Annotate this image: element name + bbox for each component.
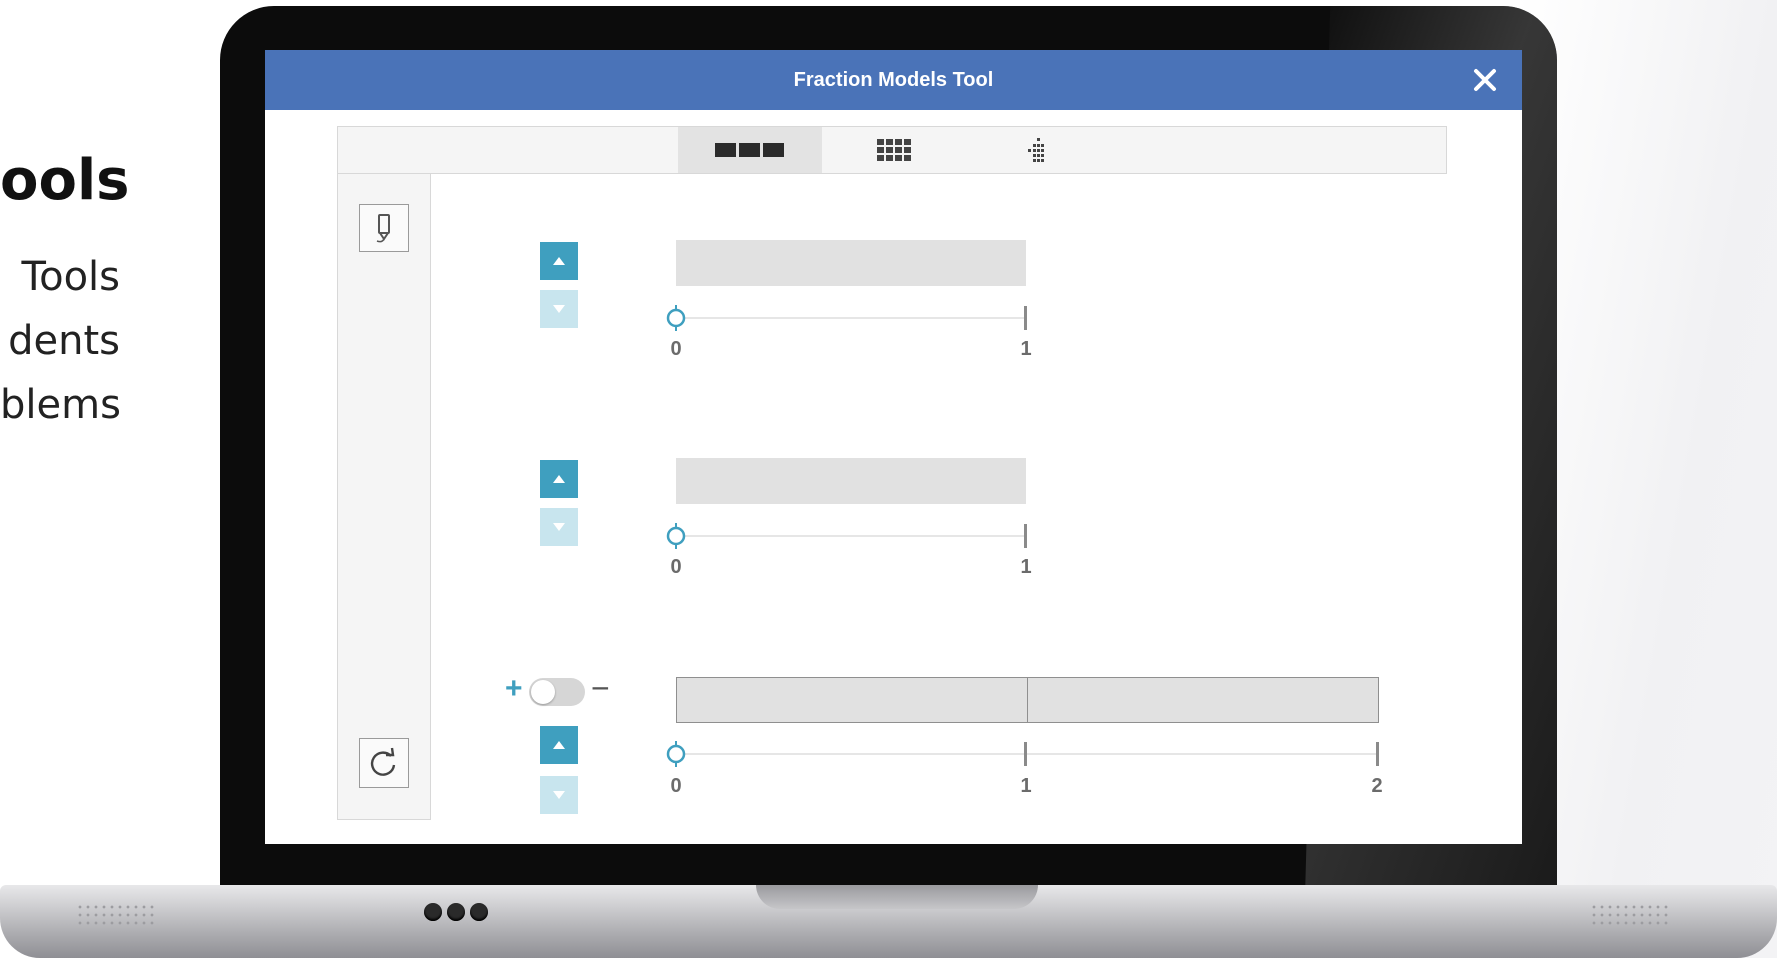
status-lights (424, 903, 488, 921)
model-3-slider-handle[interactable] (663, 739, 689, 769)
slide-line-2: dents (8, 318, 120, 364)
model-1-slider-handle[interactable] (663, 303, 689, 333)
model-3-bar[interactable] (676, 677, 1379, 723)
model-2-bar[interactable] (676, 458, 1026, 504)
caret-up-icon (553, 475, 565, 483)
speaker-grille-right (1590, 903, 1672, 927)
bar-model-icon (715, 143, 784, 157)
slide-line-1: Tools (21, 254, 120, 300)
tab-set-model[interactable] (966, 127, 1110, 173)
set-model-icon (1028, 138, 1044, 162)
status-light (424, 903, 442, 921)
model-1-tick-label: 1 (1020, 338, 1032, 360)
model-3-tick-1 (1024, 742, 1027, 766)
marker-icon (376, 214, 390, 243)
speaker-grille-left (76, 903, 158, 927)
status-light (447, 903, 465, 921)
model-3-decrease-button[interactable] (540, 776, 578, 814)
model-3-number-line (676, 753, 1379, 755)
reset-button[interactable] (359, 738, 409, 788)
marker-button[interactable] (359, 204, 409, 252)
model-3-tick-2 (1376, 742, 1379, 766)
model-2-tick-label: 1 (1020, 556, 1032, 578)
model-1-increase-button[interactable] (540, 242, 578, 280)
model-1-tick-1 (1024, 306, 1027, 330)
caret-up-icon (553, 257, 565, 265)
status-light (470, 903, 488, 921)
model-2-number-line (676, 535, 1026, 537)
minus-label: − (591, 670, 610, 706)
tab-area-model[interactable] (822, 127, 966, 173)
model-3-increase-button[interactable] (540, 726, 578, 764)
caret-down-icon (553, 791, 565, 799)
side-tools-panel (337, 174, 431, 820)
caret-down-icon (553, 523, 565, 531)
model-1-number-line (676, 317, 1026, 319)
model-3-tick-label: 0 (670, 775, 682, 797)
model-2-tick-label: 0 (670, 556, 682, 578)
model-2-decrease-button[interactable] (540, 508, 578, 546)
caret-up-icon (553, 741, 565, 749)
laptop-screen: Fraction Models Tool 0 1 0 1 + − 0 1 2 (265, 50, 1522, 844)
toggle-knob (531, 680, 555, 704)
title-bar: Fraction Models Tool (265, 50, 1522, 110)
slide-bullet-text: Tools dents blems (0, 245, 121, 437)
slide-line-3: blems (0, 382, 121, 428)
model-2-slider-handle[interactable] (663, 521, 689, 551)
model-3-tick-label: 2 (1371, 775, 1383, 797)
model-1-bar[interactable] (676, 240, 1026, 286)
model-3-tick-label: 1 (1020, 775, 1032, 797)
area-model-icon (877, 139, 911, 161)
segment-divider (1027, 678, 1028, 722)
toggle-switch[interactable] (529, 678, 585, 706)
model-1-decrease-button[interactable] (540, 290, 578, 328)
close-button[interactable] (1468, 63, 1502, 97)
model-2-increase-button[interactable] (540, 460, 578, 498)
model-2-tick-1 (1024, 524, 1027, 548)
model-toolbar (337, 126, 1447, 174)
close-icon (1474, 69, 1496, 91)
reset-icon (370, 747, 396, 776)
tab-bar-model[interactable] (678, 127, 822, 173)
caret-down-icon (553, 305, 565, 313)
model-1-tick-label: 0 (670, 338, 682, 360)
slide-heading: ools (0, 148, 130, 213)
plus-label: + (505, 672, 523, 705)
laptop-notch (756, 885, 1038, 909)
window-title: Fraction Models Tool (793, 69, 994, 91)
